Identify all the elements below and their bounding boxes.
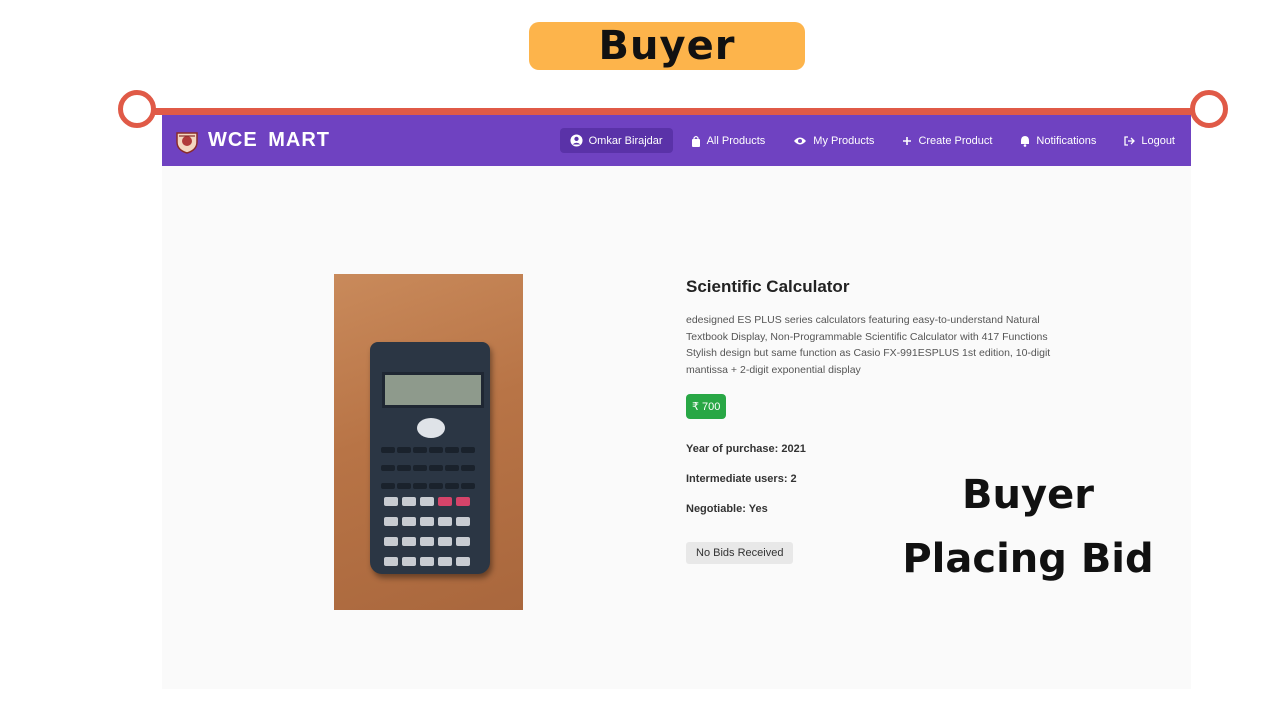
app-window: WCE MART Omkar Birajdar All Products My … (162, 115, 1191, 689)
bids-status: No Bids Received (686, 542, 794, 564)
price-badge: ₹ 700 (686, 394, 727, 419)
nav-all-products-label: All Products (706, 134, 766, 147)
overlay-caption: Buyer Placing Bid (900, 463, 1156, 591)
product-description: edesigned ES PLUS series calculators fea… (686, 312, 1076, 378)
nav-my-products[interactable]: My Products (783, 129, 884, 153)
nav-menu: Omkar Birajdar All Products My Products … (552, 115, 1191, 166)
shopping-bag-icon (691, 135, 700, 147)
navbar: WCE MART Omkar Birajdar All Products My … (162, 115, 1191, 166)
calculator-illustration (370, 342, 490, 574)
brand-name: WCE MART (208, 129, 330, 151)
nav-notifications[interactable]: Notifications (1010, 129, 1106, 153)
product-image (334, 274, 523, 610)
college-logo-icon (176, 131, 198, 154)
nav-notifications-label: Notifications (1036, 134, 1097, 147)
logout-icon (1124, 135, 1136, 146)
brand[interactable]: WCE MART (173, 127, 330, 155)
nav-logout-label: Logout (1141, 134, 1175, 147)
nav-logout[interactable]: Logout (1114, 129, 1185, 153)
bell-icon (1021, 135, 1030, 147)
timeline-end-marker (1190, 90, 1228, 128)
description-line: mantissa + 2-digit exponential display (686, 363, 861, 376)
year-of-purchase: Year of purchase: 2021 (686, 443, 806, 455)
product-title: Scientific Calculator (686, 277, 850, 296)
nav-create-product-label: Create Product (918, 134, 993, 147)
user-circle-icon (570, 134, 583, 147)
timeline-start-marker (118, 90, 156, 128)
timeline-bar (140, 108, 1212, 115)
description-line: Textbook Display, Non-Programmable Scien… (686, 330, 1048, 343)
plus-icon (903, 136, 912, 145)
overlay-line-2: Placing Bid (902, 536, 1154, 582)
description-line: edesigned ES PLUS series calculators fea… (686, 314, 1040, 326)
eye-icon (794, 137, 807, 144)
buyer-banner: Buyer (529, 22, 805, 70)
nav-my-products-label: My Products (813, 134, 875, 147)
nav-user-profile[interactable]: Omkar Birajdar (559, 128, 673, 153)
nav-user-label: Omkar Birajdar (588, 134, 663, 147)
overlay-line-1: Buyer (962, 472, 1094, 518)
nav-all-products[interactable]: All Products (681, 129, 776, 153)
nav-create-product[interactable]: Create Product (892, 129, 1002, 153)
description-line: Stylish design but same function as Casi… (686, 347, 1051, 359)
